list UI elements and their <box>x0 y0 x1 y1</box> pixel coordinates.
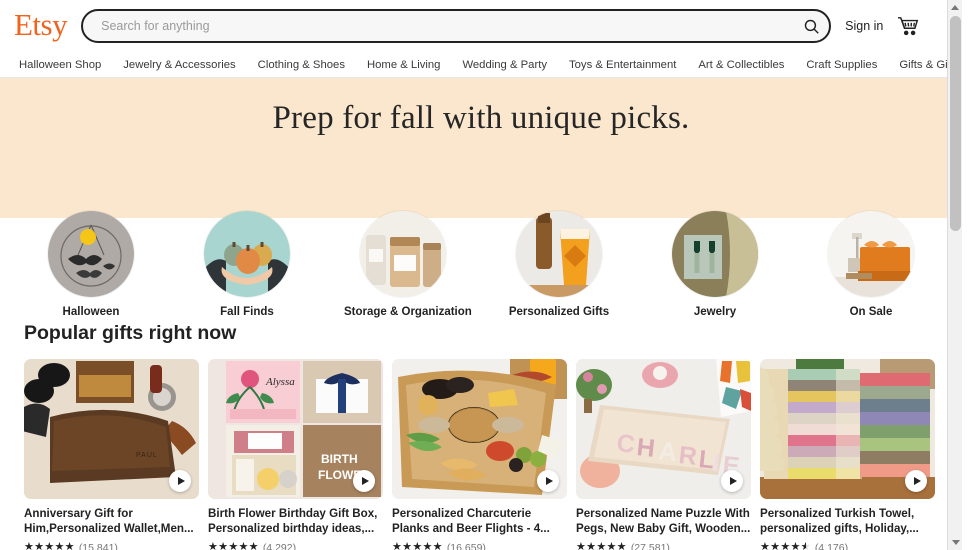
product-title: Birth Flower Birthday Gift Box, Personal… <box>208 507 378 536</box>
category-label: Halloween <box>62 306 120 318</box>
rating-row: ★★★★★ ★★★★★ (15,841) <box>24 541 199 550</box>
review-count: (16,659) <box>446 541 486 550</box>
nav-item-craft-supplies[interactable]: Craft Supplies <box>795 55 888 75</box>
nav-item-halloween-shop[interactable]: Halloween Shop <box>8 55 112 75</box>
video-play-icon[interactable] <box>353 470 375 492</box>
site-header: Etsy Sign in <box>0 0 962 52</box>
star-rating: ★★★★★★★★★★ <box>24 541 75 550</box>
scrollbar-thumb[interactable] <box>950 16 961 231</box>
product-card[interactable]: Alyssa BIRTH FLOWER Birth Flower Birthda… <box>208 359 383 550</box>
category-label: Storage & Organization <box>344 306 472 318</box>
svg-text:PAUL: PAUL <box>136 452 158 459</box>
video-play-icon[interactable] <box>721 470 743 492</box>
nav-item-jewelry-accessories[interactable]: Jewelry & Accessories <box>112 55 246 75</box>
orange-bedding-bedroom-image <box>828 211 914 297</box>
hero-banner: Prep for fall with unique picks. <box>0 78 962 218</box>
category-personalized-gifts[interactable]: Personalized Gifts <box>500 211 618 318</box>
charlie-name-puzzle-image[interactable]: C H A R L I E <box>576 359 751 499</box>
star-rating: ★★★★★★★★★★ <box>576 541 627 550</box>
category-label: Fall Finds <box>220 306 274 318</box>
etsy-homepage: Etsy Sign in Halloween <box>0 0 962 550</box>
video-play-icon[interactable] <box>905 470 927 492</box>
video-play-icon[interactable] <box>537 470 559 492</box>
product-title: Personalized Charcuterie Planks and Beer… <box>392 507 550 536</box>
hands-holding-pumpkins-image <box>204 211 290 297</box>
nav-item-art-collectibles[interactable]: Art & Collectibles <box>687 55 795 75</box>
leather-wallet-sunglasses-watch-image[interactable]: PAUL <box>24 359 199 499</box>
green-tassel-earrings-image <box>672 211 758 297</box>
review-count: (4,176) <box>814 541 849 550</box>
hero-headline: Prep for fall with unique picks. <box>272 100 690 136</box>
rating-row: ★★★★★ ★★★★★ (4,292) <box>208 541 383 550</box>
scroll-up-arrow-icon[interactable] <box>948 0 962 15</box>
category-on-sale[interactable]: On Sale <box>812 211 930 318</box>
etsy-logo[interactable]: Etsy <box>14 9 68 43</box>
svg-text:Alyssa: Alyssa <box>265 376 295 388</box>
svg-text:H: H <box>635 433 656 463</box>
category-label: Personalized Gifts <box>508 306 610 318</box>
birth-flower-gift-box-image[interactable]: Alyssa BIRTH FLOWER <box>208 359 383 499</box>
stacked-turkish-towels-image[interactable] <box>760 359 935 499</box>
rating-row: ★★★★★ ★★★★★ (27,581) <box>576 541 751 550</box>
search-input[interactable] <box>101 19 784 33</box>
review-count: (27,581) <box>630 541 670 550</box>
product-title: Personalized Turkish Towel, personalized… <box>760 507 919 536</box>
star-rating: ★★★★★★★★★★ <box>392 541 443 550</box>
category-circles: Halloween Fall Finds Storage & Organizat… <box>0 211 962 318</box>
category-jewelry[interactable]: Jewelry <box>656 211 774 318</box>
glass-pantry-jars-image <box>360 211 446 297</box>
svg-text:BIRTH: BIRTH <box>321 452 358 466</box>
halloween-suncatcher-bats-image <box>48 211 134 297</box>
search-icon[interactable] <box>796 13 826 39</box>
category-nav: Halloween Shop Jewelry & Accessories Clo… <box>0 52 962 78</box>
product-card[interactable]: C H A R L I E Personalized Name Puzzle W… <box>576 359 751 550</box>
video-play-icon[interactable] <box>169 470 191 492</box>
rating-row: ★★★★★★★★★★ (4,176) <box>760 541 935 550</box>
rating-row: ★★★★★ ★★★★★ (16,659) <box>392 541 567 550</box>
sign-in-link[interactable]: Sign in <box>845 19 883 33</box>
scroll-down-arrow-icon[interactable] <box>948 535 962 550</box>
shopping-cart-icon[interactable] <box>897 16 923 36</box>
product-card[interactable]: Personalized Charcuterie Planks and Beer… <box>392 359 567 550</box>
nav-item-clothing-shoes[interactable]: Clothing & Shoes <box>247 55 356 75</box>
section-title: Popular gifts right now <box>24 322 237 344</box>
star-rating: ★★★★★★★★★★ <box>208 541 259 550</box>
charcuterie-board-food-image[interactable] <box>392 359 567 499</box>
category-label: Jewelry <box>693 306 737 318</box>
product-card[interactable]: PAUL Anniversary Gift for Him,Personaliz… <box>24 359 199 550</box>
nav-item-home-living[interactable]: Home & Living <box>356 55 451 75</box>
product-card[interactable]: Personalized Turkish Towel, personalized… <box>760 359 935 550</box>
product-title: Personalized Name Puzzle With Pegs, New … <box>576 507 751 536</box>
engraved-beer-glass-image <box>516 211 602 297</box>
popular-gifts-section: Popular gifts right now PAUL Anniversary… <box>0 322 962 550</box>
star-rating: ★★★★★★★★★★ <box>760 541 811 550</box>
category-label: On Sale <box>849 306 893 318</box>
product-grid: PAUL Anniversary Gift for Him,Personaliz… <box>24 359 938 550</box>
review-count: (15,841) <box>78 541 118 550</box>
product-title: Anniversary Gift for Him,Personalized Wa… <box>24 507 194 536</box>
page-scrollbar[interactable] <box>947 0 962 550</box>
category-fall-finds[interactable]: Fall Finds <box>188 211 306 318</box>
search-bar[interactable] <box>81 9 832 43</box>
svg-text:A: A <box>657 437 678 467</box>
nav-item-wedding-party[interactable]: Wedding & Party <box>451 55 558 75</box>
category-halloween[interactable]: Halloween <box>32 211 150 318</box>
category-storage-organization[interactable]: Storage & Organization <box>344 211 472 318</box>
svg-text:R: R <box>677 441 698 471</box>
nav-item-toys-entertainment[interactable]: Toys & Entertainment <box>558 55 687 75</box>
review-count: (4,292) <box>262 541 297 550</box>
svg-text:C: C <box>615 429 636 459</box>
